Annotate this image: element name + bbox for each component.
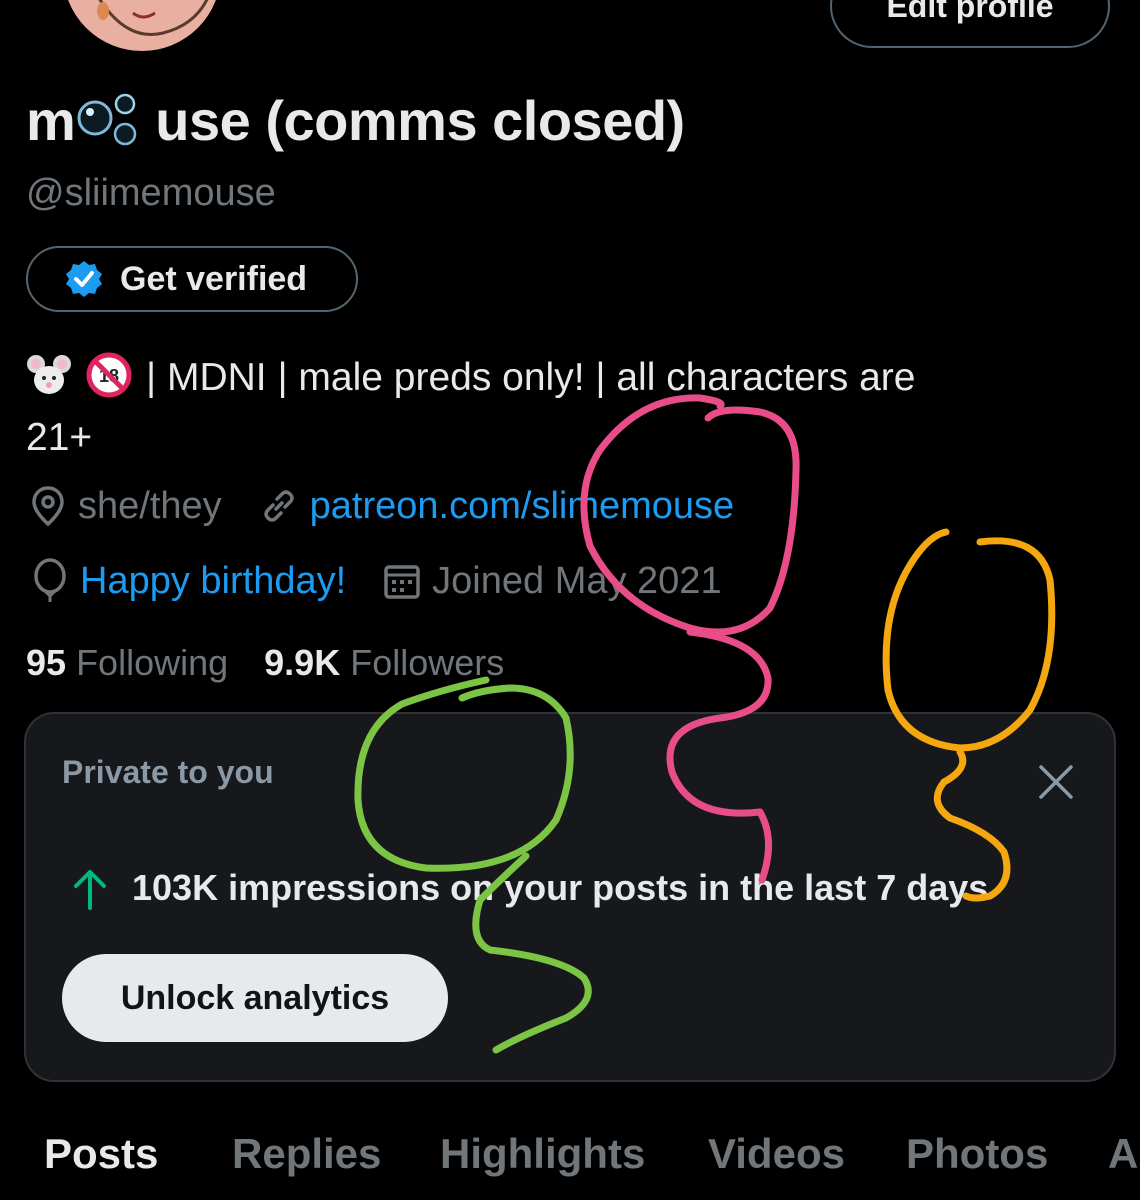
tab-posts[interactable]: Posts bbox=[44, 1130, 158, 1178]
card-title: Private to you bbox=[62, 754, 274, 790]
profile-tabs: Posts Replies Highlights Videos Photos A bbox=[0, 1130, 1140, 1200]
get-verified-label: Get verified bbox=[120, 259, 308, 298]
avatar[interactable] bbox=[58, 0, 226, 56]
tab-highlights[interactable]: Highlights bbox=[440, 1130, 645, 1178]
profile-link[interactable]: patreon.com/slimemouse bbox=[310, 485, 735, 528]
followers-count: 9.9K bbox=[264, 642, 341, 683]
display-name-prefix: m bbox=[26, 89, 76, 152]
tab-articles[interactable]: A bbox=[1108, 1130, 1138, 1178]
following-count: 95 bbox=[26, 642, 67, 683]
profile-meta-row-1: she/they patreon.com/slimemouse bbox=[28, 484, 734, 528]
followers-link[interactable]: 9.9K Followers bbox=[264, 642, 504, 683]
birthday-link[interactable]: Happy birthday! bbox=[80, 560, 346, 603]
avatar-art bbox=[97, 0, 209, 36]
followers-label: Followers bbox=[350, 642, 505, 683]
joined-date: Joined May 2021 bbox=[432, 559, 722, 602]
following-link[interactable]: 95 Following bbox=[26, 642, 228, 683]
bio-text-line1: | MDNI | male preds only! | all characte… bbox=[146, 356, 916, 399]
tab-videos[interactable]: Videos bbox=[708, 1130, 845, 1178]
close-icon[interactable] bbox=[1036, 762, 1076, 802]
follow-stats: 95 Following 9.9K Followers bbox=[26, 642, 504, 684]
tab-replies[interactable]: Replies bbox=[232, 1130, 381, 1178]
balloon-icon bbox=[34, 558, 66, 602]
location-icon bbox=[32, 486, 64, 527]
verified-badge-icon bbox=[66, 261, 102, 297]
pronouns: she/they bbox=[78, 484, 222, 527]
calendar-icon bbox=[384, 565, 420, 599]
no-under-18-emoji-icon: 18 bbox=[86, 352, 132, 398]
bubbles-emoji-icon bbox=[77, 93, 137, 146]
arrow-up-icon bbox=[74, 870, 106, 910]
bio: 18 | MDNI | male preds only! | all chara… bbox=[26, 348, 1116, 468]
handle: @sliimemouse bbox=[26, 172, 276, 214]
impressions-row: 103K impressions on your posts in the la… bbox=[70, 866, 988, 910]
mouse-face-emoji-icon bbox=[27, 355, 71, 394]
tab-photos[interactable]: Photos bbox=[906, 1130, 1048, 1178]
unlock-analytics-button[interactable]: Unlock analytics bbox=[62, 954, 448, 1042]
edit-profile-button[interactable]: Edit profile bbox=[830, 0, 1110, 48]
display-name-suffix: use (comms closed) bbox=[155, 89, 685, 152]
profile-meta-row-2: Happy birthday! Joined May 2021 bbox=[30, 558, 722, 604]
link-icon bbox=[263, 490, 294, 522]
display-name: m use (comms closed) bbox=[26, 86, 685, 153]
bio-text-line2: 21+ bbox=[26, 416, 93, 459]
impressions-text: 103K impressions on your posts in the la… bbox=[132, 867, 989, 908]
following-label: Following bbox=[76, 642, 229, 683]
get-verified-button[interactable]: Get verified bbox=[26, 246, 358, 312]
